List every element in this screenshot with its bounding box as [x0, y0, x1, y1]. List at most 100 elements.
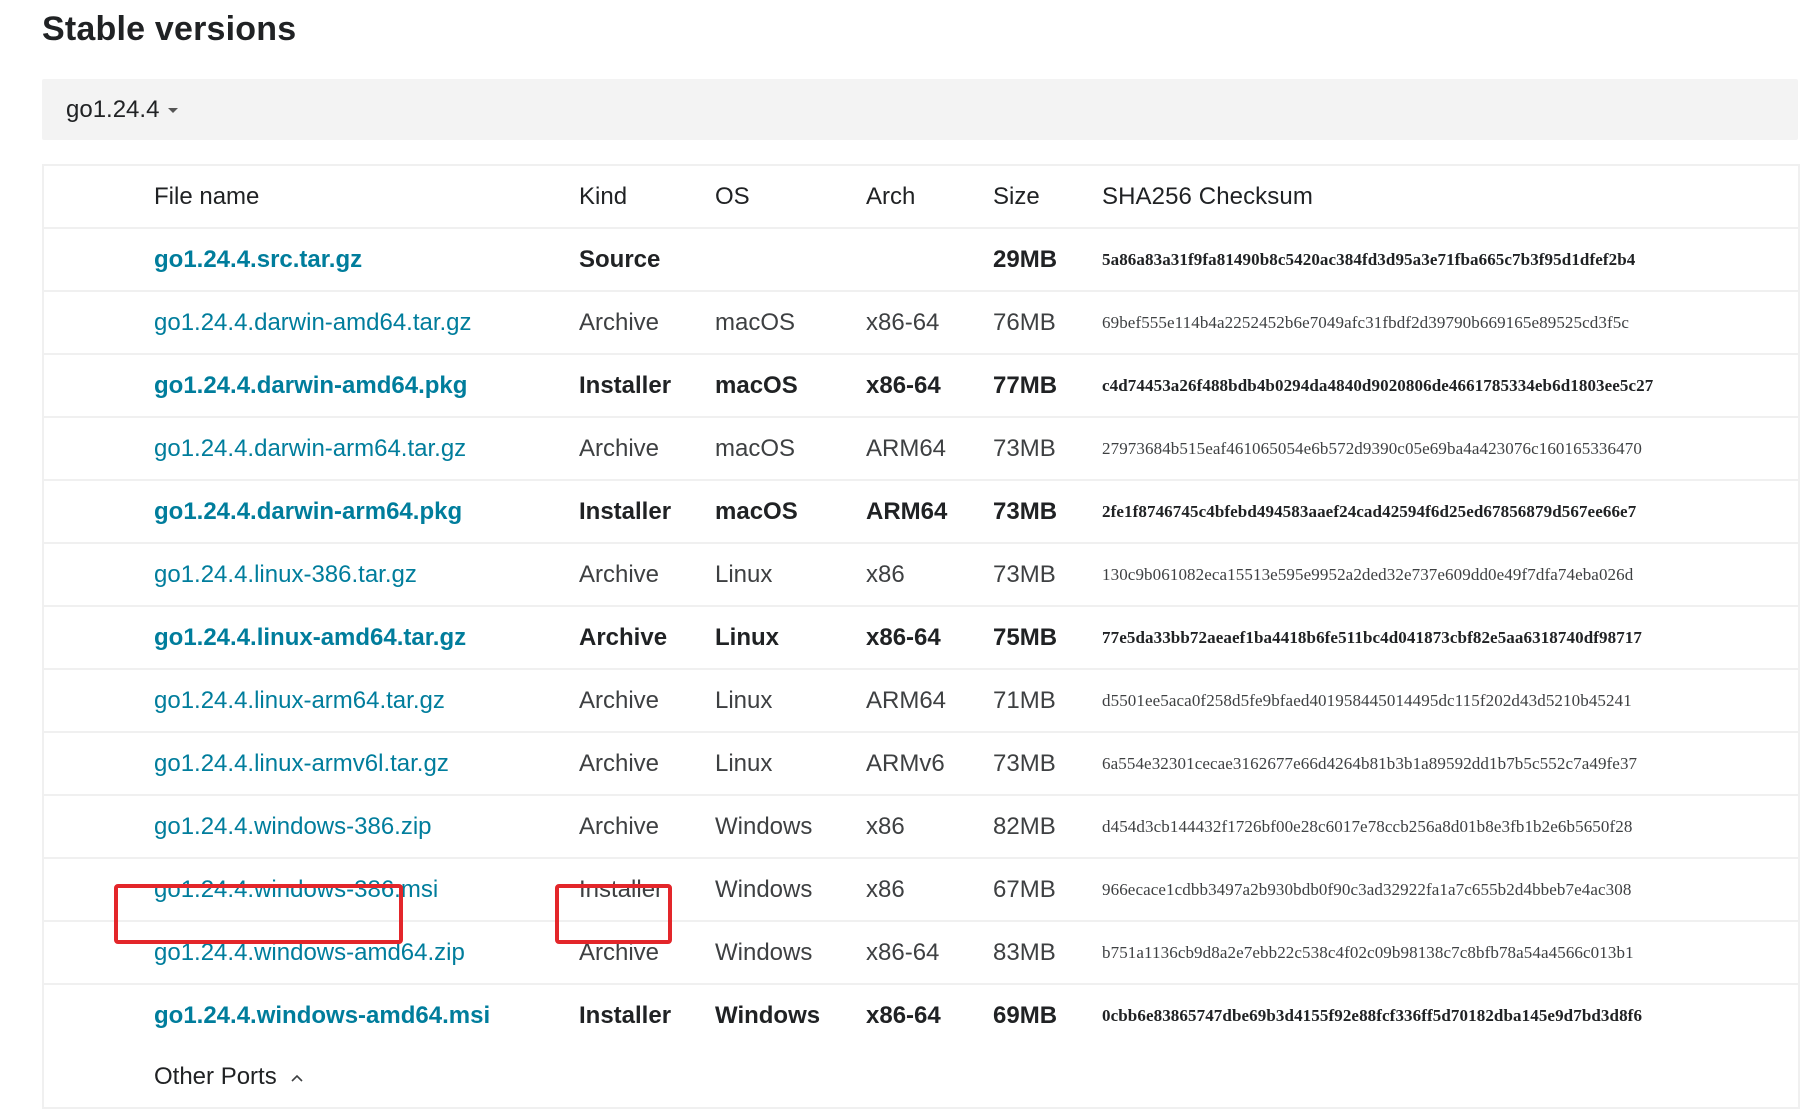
file-name-link[interactable]: go1.24.4.windows-386.msi	[154, 876, 438, 903]
table-row: go1.24.4.darwin-arm64.tar.gz Archive macOS…	[44, 418, 1798, 481]
size-cell: 29MB	[993, 246, 1058, 273]
chevron-up-icon	[291, 1074, 303, 1082]
arch-cell: x86	[866, 813, 905, 840]
kind-cell: Installer	[579, 372, 672, 399]
sha256-cell: d5501ee5aca0f258d5fe9bfaed40195844501449…	[1102, 691, 1632, 710]
file-name-cell: go1.24.4.src.tar.gz	[154, 229, 362, 290]
table-row: go1.24.4.windows-amd64.msi Installer Windo…	[44, 985, 1798, 1046]
table-row: go1.24.4.src.tar.gz Source 29MB 5a86a83a31f…	[44, 229, 1798, 292]
sha256-cell: 0cbb6e83865747dbe69b3d4155f92e88fcf336ff…	[1102, 1006, 1643, 1025]
arch-cell: ARM64	[866, 435, 947, 462]
size-cell: 77MB	[993, 372, 1058, 399]
file-name-link[interactable]: go1.24.4.darwin-arm64.pkg	[154, 498, 462, 525]
kind-cell: Archive	[579, 435, 660, 462]
table-row: go1.24.4.darwin-arm64.pkg Installer macOS A…	[44, 481, 1798, 544]
file-name-link[interactable]: go1.24.4.windows-amd64.zip	[154, 939, 465, 966]
kind-cell: Archive	[579, 561, 660, 588]
sha256-cell: 130c9b061082eca15513e595e9952a2ded32e737…	[1102, 565, 1634, 584]
sha256-cell: d454d3cb144432f1726bf00e28c6017e78ccb256…	[1102, 817, 1633, 836]
sha256-cell: b751a1136cb9d8a2e7ebb22c538c4f02c09b9813…	[1102, 943, 1634, 962]
size-cell: 67MB	[993, 876, 1056, 903]
arch-cell: x86-64	[866, 309, 940, 336]
os-cell: Windows	[715, 1002, 821, 1029]
arch-cell: ARMv6	[866, 750, 945, 777]
arch-cell: x86-64	[866, 939, 940, 966]
file-name-link[interactable]: go1.24.4.src.tar.gz	[154, 246, 362, 273]
size-cell: 73MB	[993, 498, 1058, 525]
section-title: Stable versions	[42, 10, 297, 48]
os-cell: Linux	[715, 687, 773, 714]
table-row: go1.24.4.linux-armv6l.tar.gz Archive Linux…	[44, 733, 1798, 796]
file-name-cell: go1.24.4.linux-386.tar.gz	[154, 544, 417, 605]
table-row: go1.24.4.linux-arm64.tar.gz Archive Linux A…	[44, 670, 1798, 733]
file-name-cell: go1.24.4.linux-amd64.tar.gz	[154, 607, 466, 668]
table-body: go1.24.4.src.tar.gz Source 29MB 5a86a83a31f…	[44, 229, 1798, 1046]
kind-cell: Archive	[579, 309, 660, 336]
file-name-link[interactable]: go1.24.4.darwin-arm64.tar.gz	[154, 435, 466, 462]
size-cell: 69MB	[993, 1002, 1058, 1029]
file-name-link[interactable]: go1.24.4.windows-386.zip	[154, 813, 432, 840]
arch-cell: ARM64	[866, 687, 947, 714]
os-cell: Linux	[715, 624, 779, 651]
header-arch: Arch	[866, 183, 916, 210]
file-name-link[interactable]: go1.24.4.windows-amd64.msi	[154, 1002, 490, 1029]
sha256-cell: 6a554e32301cecae3162677e66d4264b81b3b1a8…	[1102, 754, 1638, 773]
file-name-cell: go1.24.4.windows-386.zip	[154, 796, 432, 857]
file-name-link[interactable]: go1.24.4.linux-arm64.tar.gz	[154, 687, 445, 714]
table-row: go1.24.4.darwin-amd64.pkg Installer macOS x…	[44, 355, 1798, 418]
header-size: Size	[993, 183, 1040, 210]
version-bar: go1.24.4	[42, 79, 1798, 140]
header-sha256: SHA256 Checksum	[1102, 183, 1313, 210]
header-file-name: File name	[154, 183, 260, 210]
size-cell: 73MB	[993, 750, 1056, 777]
arch-cell: ARM64	[866, 498, 948, 525]
sha256-cell: 5a86a83a31f9fa81490b8c5420ac384fd3d95a3e…	[1102, 250, 1636, 269]
file-name-link[interactable]: go1.24.4.darwin-amd64.pkg	[154, 372, 467, 399]
arch-cell: x86-64	[866, 1002, 941, 1029]
kind-cell: Source	[579, 246, 661, 273]
file-name-link[interactable]: go1.24.4.darwin-amd64.tar.gz	[154, 309, 472, 336]
version-dropdown[interactable]: go1.24.4	[66, 79, 179, 140]
file-name-link[interactable]: go1.24.4.linux-386.tar.gz	[154, 561, 417, 588]
file-name-cell: go1.24.4.windows-amd64.zip	[154, 922, 465, 983]
header-kind: Kind	[579, 183, 628, 210]
size-cell: 75MB	[993, 624, 1058, 651]
file-name-cell: go1.24.4.windows-amd64.msi	[154, 985, 490, 1046]
os-cell: macOS	[715, 498, 798, 525]
file-name-cell: go1.24.4.darwin-amd64.tar.gz	[154, 292, 472, 353]
table-row: go1.24.4.linux-386.tar.gz Archive Linux x86…	[44, 544, 1798, 607]
table-row: go1.24.4.windows-386.msi Installer Windows…	[44, 859, 1798, 922]
size-cell: 71MB	[993, 687, 1056, 714]
size-cell: 76MB	[993, 309, 1056, 336]
sha256-cell: c4d74453a26f488bdb4b0294da4840d9020806de…	[1102, 376, 1654, 395]
other-ports-label: Other Ports	[154, 1063, 277, 1090]
table-row: go1.24.4.darwin-amd64.tar.gz Archive macOS…	[44, 292, 1798, 355]
sha256-cell: 2fe1f8746745c4bfebd494583aaef24cad42594f…	[1102, 502, 1637, 521]
kind-cell: Archive	[579, 750, 660, 777]
size-cell: 73MB	[993, 435, 1056, 462]
table-row: go1.24.4.windows-amd64.zip Archive Windows…	[44, 922, 1798, 985]
arch-cell: x86-64	[866, 372, 941, 399]
file-name-link[interactable]: go1.24.4.linux-armv6l.tar.gz	[154, 750, 449, 777]
sha256-cell: 69bef555e114b4a2252452b6e7049afc31fbdf2d…	[1102, 313, 1629, 332]
table-row: go1.24.4.windows-386.zip Archive Windows x8…	[44, 796, 1798, 859]
kind-cell: Archive	[579, 624, 668, 651]
other-ports-toggle[interactable]: Other Ports	[154, 1046, 303, 1107]
file-name-link[interactable]: go1.24.4.linux-amd64.tar.gz	[154, 624, 466, 651]
size-cell: 83MB	[993, 939, 1056, 966]
os-cell: Windows	[715, 939, 813, 966]
version-dropdown-label: go1.24.4	[66, 95, 160, 123]
file-name-cell: go1.24.4.darwin-arm64.tar.gz	[154, 418, 466, 479]
os-cell: Linux	[715, 561, 773, 588]
os-cell: macOS	[715, 372, 798, 399]
kind-cell: Archive	[579, 687, 660, 714]
file-name-cell: go1.24.4.darwin-arm64.pkg	[154, 481, 462, 542]
os-cell: macOS	[715, 435, 796, 462]
downloads-table: File name Kind OS Arch Size SHA256 Check…	[42, 164, 1800, 1109]
table-header-row: File name Kind OS Arch Size SHA256 Check…	[44, 166, 1798, 229]
os-cell: Linux	[715, 750, 773, 777]
other-ports-row: Other Ports	[44, 1046, 1798, 1107]
caret-down-icon	[168, 108, 179, 113]
size-cell: 82MB	[993, 813, 1056, 840]
size-cell: 73MB	[993, 561, 1056, 588]
